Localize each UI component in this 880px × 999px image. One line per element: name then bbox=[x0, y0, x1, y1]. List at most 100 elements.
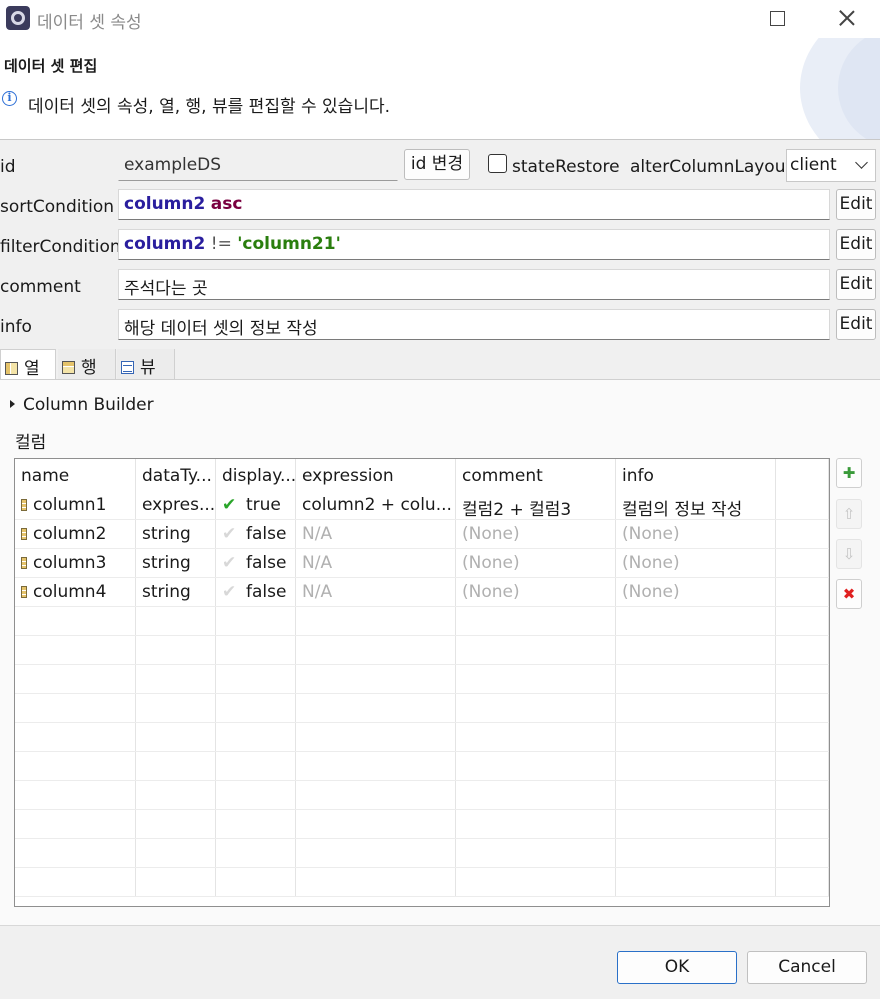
filter-condition-field[interactable]: column2 != 'column21' bbox=[118, 229, 830, 260]
cell-info[interactable]: (None) bbox=[616, 520, 776, 548]
empty-cell bbox=[15, 636, 136, 664]
table-row[interactable]: column1 expres... ✔ true column2 + colu... 컬럼… bbox=[15, 491, 829, 520]
header-description: 데이터 셋의 속성, 열, 행, 뷰를 편집할 수 있습니다. bbox=[28, 97, 391, 117]
sort-condition-label: sortCondition bbox=[0, 197, 115, 217]
comment-edit-button[interactable]: Edit bbox=[836, 269, 876, 300]
cell-datatype[interactable]: string bbox=[136, 578, 216, 606]
cell-display[interactable]: ✔ false bbox=[216, 520, 296, 548]
cell-comment[interactable]: 컬럼2 + 컬럼3 bbox=[456, 491, 616, 519]
cell-expression[interactable]: N/A bbox=[296, 549, 456, 577]
cell-info[interactable]: 컬럼의 정보 작성 bbox=[616, 491, 776, 519]
tab-view[interactable]: 뷰 bbox=[117, 349, 175, 380]
empty-cell bbox=[616, 723, 776, 751]
empty-cell bbox=[456, 752, 616, 780]
empty-cell bbox=[296, 839, 456, 867]
header-comment[interactable]: comment bbox=[456, 459, 616, 491]
chevron-down-icon bbox=[855, 156, 868, 169]
cell-datatype[interactable]: expres... bbox=[136, 491, 216, 519]
empty-cell bbox=[776, 607, 829, 635]
empty-cell bbox=[216, 665, 296, 693]
alter-column-layout-select[interactable]: client bbox=[786, 149, 876, 182]
cell-expression[interactable]: column2 + colu... bbox=[296, 491, 456, 519]
header-info[interactable]: info bbox=[616, 459, 776, 491]
cell-display[interactable]: ✔ false bbox=[216, 549, 296, 577]
filter-operator-token: != bbox=[210, 234, 232, 254]
add-column-icon: ✚ bbox=[842, 464, 856, 482]
cell-datatype[interactable]: string bbox=[136, 549, 216, 577]
cell-info[interactable]: (None) bbox=[616, 549, 776, 577]
info-field[interactable]: 해당 데이터 셋의 정보 작성 bbox=[118, 309, 830, 340]
table-header: name dataTy... display... expression com… bbox=[15, 459, 829, 491]
empty-cell bbox=[136, 636, 216, 664]
header-expression[interactable]: expression bbox=[296, 459, 456, 491]
empty-cell bbox=[216, 694, 296, 722]
column-builder-toggle[interactable]: Column Builder bbox=[10, 395, 154, 415]
cell-name[interactable]: column4 bbox=[15, 578, 136, 606]
empty-cell bbox=[296, 636, 456, 664]
empty-cell bbox=[296, 752, 456, 780]
maximize-button[interactable] bbox=[758, 4, 798, 32]
filter-condition-edit-button[interactable]: Edit bbox=[836, 229, 876, 260]
cancel-button[interactable]: Cancel bbox=[747, 951, 867, 984]
delete-column-button[interactable]: ✖ bbox=[836, 579, 862, 609]
info-label: info bbox=[0, 317, 32, 337]
header-name[interactable]: name bbox=[15, 459, 136, 491]
sort-condition-edit-button[interactable]: Edit bbox=[836, 189, 876, 220]
column-table-icon bbox=[5, 362, 18, 375]
close-button[interactable] bbox=[828, 4, 868, 32]
ok-button[interactable]: OK bbox=[617, 951, 737, 984]
empty-cell bbox=[616, 752, 776, 780]
state-restore-checkbox[interactable] bbox=[488, 154, 507, 173]
cell-comment[interactable]: (None) bbox=[456, 578, 616, 606]
empty-cell bbox=[216, 752, 296, 780]
sort-order-token: asc bbox=[210, 194, 243, 214]
cell-display-text: false bbox=[246, 524, 287, 544]
move-up-button[interactable]: ⇧ bbox=[836, 499, 862, 529]
empty-cell bbox=[776, 839, 829, 867]
table-row[interactable]: column2 string ✔ false N/A (None) (None) bbox=[15, 520, 829, 549]
sort-condition-field[interactable]: column2 asc bbox=[118, 189, 830, 220]
add-column-button[interactable]: ✚ bbox=[836, 458, 862, 488]
cell-filler bbox=[776, 520, 829, 548]
move-down-button[interactable]: ⇩ bbox=[836, 539, 862, 569]
info-edit-button[interactable]: Edit bbox=[836, 309, 876, 340]
empty-cell bbox=[136, 752, 216, 780]
cell-name[interactable]: column2 bbox=[15, 520, 136, 548]
empty-cell bbox=[616, 636, 776, 664]
empty-cell bbox=[776, 752, 829, 780]
columns-table[interactable]: name dataTy... display... expression com… bbox=[14, 458, 830, 907]
comment-field[interactable]: 주석다는 곳 bbox=[118, 269, 830, 300]
empty-row bbox=[15, 665, 829, 694]
tab-rows[interactable]: 행 bbox=[58, 349, 116, 380]
table-row[interactable]: column4 string ✔ false N/A (None) (None) bbox=[15, 578, 829, 607]
columns-panel: Column Builder 컬럼 name dataTy... display… bbox=[0, 379, 880, 925]
empty-cell bbox=[456, 810, 616, 838]
header-display[interactable]: display... bbox=[216, 459, 296, 491]
empty-cell bbox=[15, 665, 136, 693]
cell-name[interactable]: column1 bbox=[15, 491, 136, 519]
id-change-button[interactable]: id 변경 bbox=[404, 149, 470, 180]
empty-cell bbox=[456, 636, 616, 664]
tab-columns[interactable]: 열 bbox=[0, 349, 56, 380]
app-icon bbox=[6, 6, 30, 30]
row-table-icon bbox=[62, 361, 75, 374]
empty-cell bbox=[616, 839, 776, 867]
table-row[interactable]: column3 string ✔ false N/A (None) (None) bbox=[15, 549, 829, 578]
cell-expression[interactable]: N/A bbox=[296, 578, 456, 606]
column-icon bbox=[21, 586, 27, 598]
header-datatype[interactable]: dataTy... bbox=[136, 459, 216, 491]
cell-name-text: column1 bbox=[33, 495, 107, 515]
cell-info[interactable]: (None) bbox=[616, 578, 776, 606]
empty-row bbox=[15, 636, 829, 665]
cell-display[interactable]: ✔ false bbox=[216, 578, 296, 606]
cell-comment[interactable]: (None) bbox=[456, 549, 616, 577]
cell-display-text: false bbox=[246, 582, 287, 602]
cell-comment[interactable]: (None) bbox=[456, 520, 616, 548]
empty-cell bbox=[15, 868, 136, 896]
cell-name[interactable]: column3 bbox=[15, 549, 136, 577]
cell-display[interactable]: ✔ true bbox=[216, 491, 296, 519]
cell-datatype[interactable]: string bbox=[136, 520, 216, 548]
cell-expression[interactable]: N/A bbox=[296, 520, 456, 548]
columns-section-label: 컬럼 bbox=[15, 433, 47, 453]
move-up-icon: ⇧ bbox=[842, 505, 856, 523]
